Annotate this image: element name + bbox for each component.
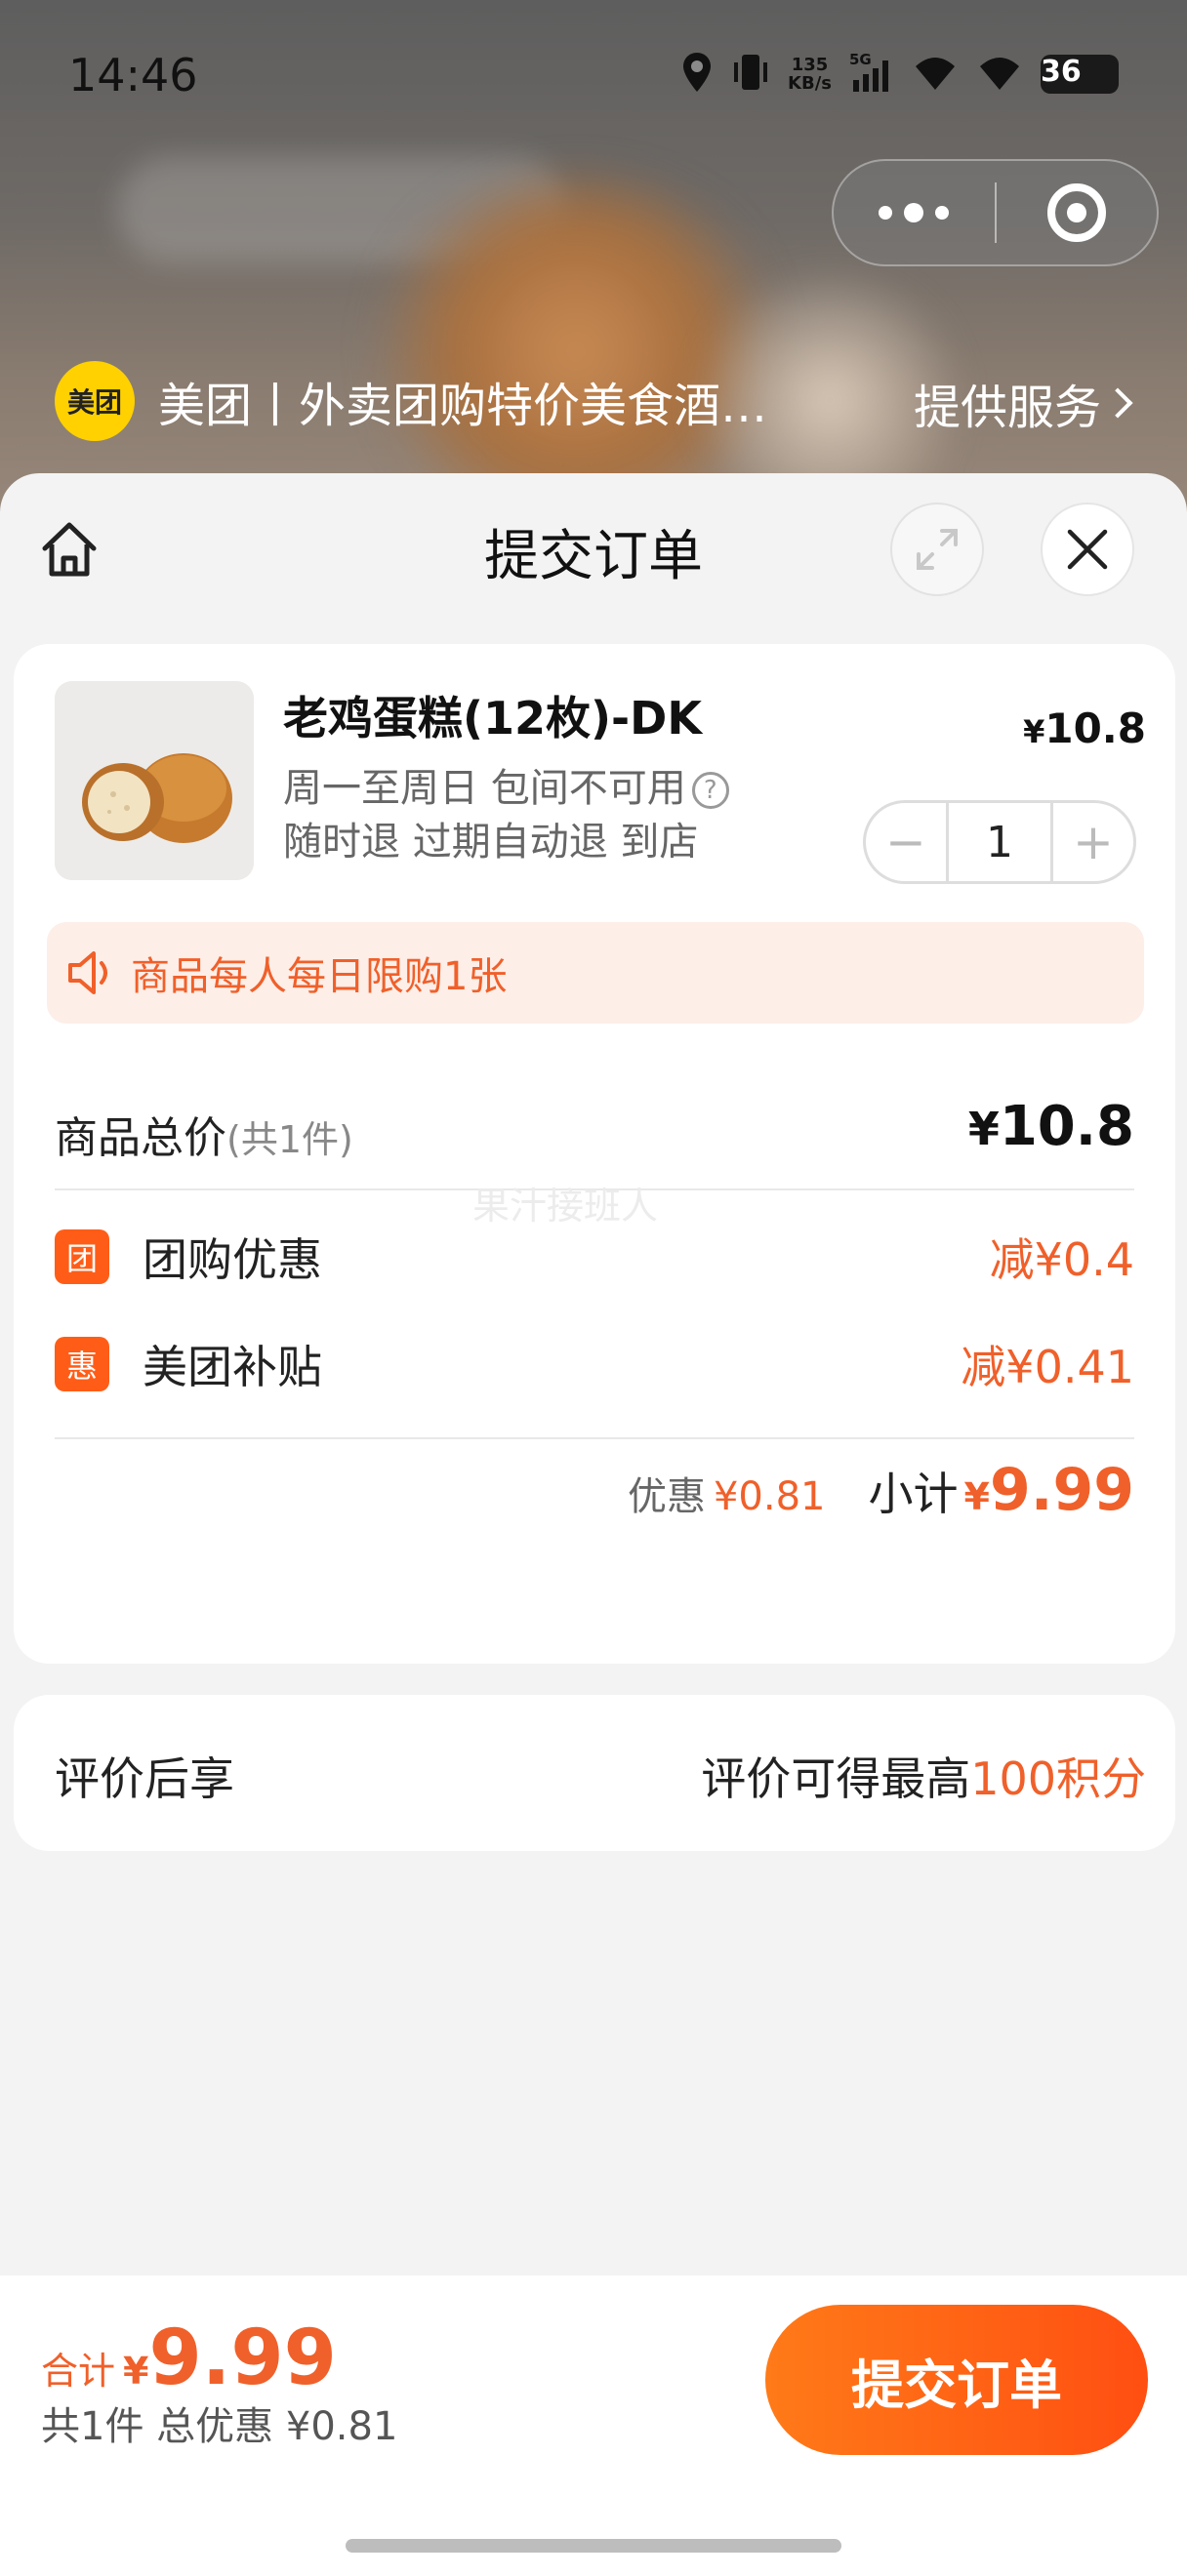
wifi-icon (912, 53, 959, 96)
service-provider-bar: 美团 美团丨外卖团购特价美食酒… 提供服务 (55, 359, 1133, 443)
chevron-right-icon (1102, 387, 1133, 419)
divider (55, 1437, 1134, 1439)
speaker-icon (68, 951, 107, 994)
home-indicator[interactable] (346, 2539, 841, 2553)
goods-total-amount: ¥10.8 (967, 1095, 1134, 1158)
decrease-button[interactable]: − (866, 803, 946, 881)
increase-button[interactable]: + (1053, 803, 1133, 881)
app-title: 美团丨外卖团购特价美食酒… (158, 379, 768, 433)
groupbuy-badge-icon: 团 (55, 1229, 109, 1284)
purchase-limit-text: 商品每人每日限购1张 (131, 954, 508, 999)
review-reward-label: 评价后享 (55, 1752, 234, 1805)
quantity-stepper: − 1 + (863, 800, 1136, 884)
product-name: 老鸡蛋糕(12枚)-DK (283, 692, 702, 745)
provide-service-label: 提供服务 (913, 381, 1101, 435)
watermark: 果汁接班人 (472, 1185, 659, 1228)
subtotal-row: 优惠 ¥0.81 小计 ¥ 9.99 (627, 1456, 1134, 1524)
discount-row-groupbuy: 团 团购优惠 减¥0.4 (55, 1223, 1134, 1291)
discount-amount: 减¥0.41 (961, 1341, 1134, 1393)
sheet-header: 提交订单 (0, 473, 1187, 629)
grand-total-label: 合计 (41, 2350, 116, 2393)
discount-total-label: 优惠 (627, 1474, 706, 1519)
product-refund-rules: 随时退 过期自动退 到店 (283, 820, 699, 865)
meituan-logo: 美团 (55, 361, 135, 441)
review-reward-value: 评价可得最高100积分 (701, 1752, 1146, 1805)
network-speed: 135 KB/s (788, 55, 832, 94)
discount-amount: 减¥0.4 (989, 1233, 1134, 1286)
purchase-limit-notice: 商品每人每日限购1张 (47, 922, 1144, 1024)
discount-total-value: ¥0.81 (713, 1474, 826, 1519)
more-dots-icon (879, 206, 893, 220)
goods-count: (共1件) (226, 1118, 353, 1161)
wifi-icon-2 (976, 53, 1023, 96)
discount-label: 团购优惠 (143, 1233, 322, 1286)
provide-service-link[interactable]: 提供服务 (913, 369, 1133, 437)
help-icon[interactable]: ? (691, 772, 729, 809)
subsidy-badge-icon: 惠 (55, 1337, 109, 1391)
discount-label: 美团补贴 (143, 1341, 322, 1393)
cellular-5g-icon: 5G (849, 51, 894, 98)
grand-total: 合计 ¥ 9.99 (41, 2314, 337, 2402)
product-usage-rules: 周一至周日 包间不可用? (283, 756, 729, 813)
page-title: 提交订单 (484, 525, 703, 588)
review-reward-card[interactable]: 评价后享 评价可得最高100积分 (14, 1695, 1175, 1851)
grand-total-value: 9.99 (148, 2314, 337, 2402)
subtotal-value: 9.99 (989, 1456, 1134, 1524)
order-summary: 共1件 总优惠 ¥0.81 (41, 2404, 398, 2449)
close-button[interactable] (1041, 503, 1134, 596)
svg-text:5G: 5G (849, 51, 872, 68)
discount-row-subsidy: 惠 美团补贴 减¥0.41 (55, 1330, 1134, 1398)
status-icons: 135 KB/s 5G 36 (680, 51, 1119, 98)
quantity-value[interactable]: 1 (946, 803, 1053, 881)
expand-icon (917, 529, 958, 570)
goods-total-label: 商品总价 (55, 1113, 226, 1163)
vibrate-icon (731, 51, 770, 98)
target-icon (1046, 183, 1106, 242)
submit-order-button[interactable]: 提交订单 (765, 2305, 1148, 2455)
close-miniprogram-button[interactable] (997, 183, 1158, 242)
status-bar: 14:46 135 KB/s 5G 36 (0, 0, 1187, 146)
checkout-bar: 合计 ¥ 9.99 共1件 总优惠 ¥0.81 提交订单 (0, 2275, 1187, 2576)
goods-total-row: 商品总价(共1件) ¥10.8 (55, 1095, 1134, 1181)
subtotal-label: 小计 (868, 1468, 959, 1520)
status-time: 14:46 (68, 49, 198, 101)
location-icon (680, 51, 714, 98)
order-sheet: 提交订单 老鸡蛋糕(12枚)-DK 周一至周日 包间不可用? 随时退 过期自动退… (0, 473, 1187, 2576)
close-icon (1067, 529, 1108, 570)
expand-button[interactable] (890, 503, 984, 596)
product-image (55, 681, 254, 880)
product-price: ¥10.8 (1023, 704, 1146, 752)
order-card: 老鸡蛋糕(12枚)-DK 周一至周日 包间不可用? 随时退 过期自动退 到店 ¥… (14, 644, 1175, 1664)
more-menu-button[interactable] (834, 203, 995, 222)
battery-indicator: 36 (1041, 55, 1119, 94)
miniprogram-capsule (832, 159, 1159, 266)
